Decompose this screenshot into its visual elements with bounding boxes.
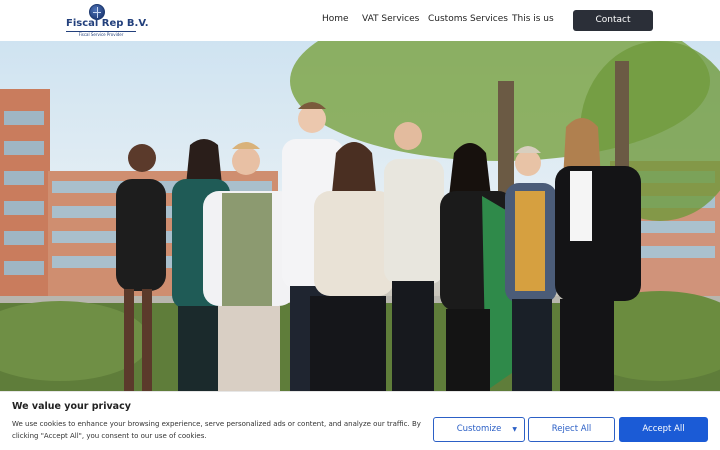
nav-vat-services[interactable]: VAT Services [362,14,419,24]
logo-tagline: Fiscal Service Provider [66,31,136,37]
nav-this-is-us[interactable]: This is us [512,14,554,24]
hero-team-photo [0,41,720,391]
cookie-consent-banner: We value your privacy We use cookies to … [0,391,720,450]
site-logo[interactable]: Fiscal Rep B.V. Fiscal Service Provider [66,4,149,37]
team-photo-illustration [0,41,720,391]
customize-button[interactable]: Customize ▼ [433,417,525,442]
nav-customs-services[interactable]: Customs Services [428,14,508,24]
cookie-description: We use cookies to enhance your browsing … [12,420,421,440]
accept-all-button[interactable]: Accept All [619,417,708,442]
site-header: Fiscal Rep B.V. Fiscal Service Provider … [0,0,720,41]
cookie-title: We value your privacy [12,401,131,412]
reject-all-button[interactable]: Reject All [528,417,615,442]
logo-name: Fiscal Rep B.V. [66,18,149,29]
contact-button[interactable]: Contact [573,10,653,31]
nav-home[interactable]: Home [322,14,349,24]
customize-label: Customize [456,424,502,434]
caret-down-icon: ▼ [512,426,517,433]
